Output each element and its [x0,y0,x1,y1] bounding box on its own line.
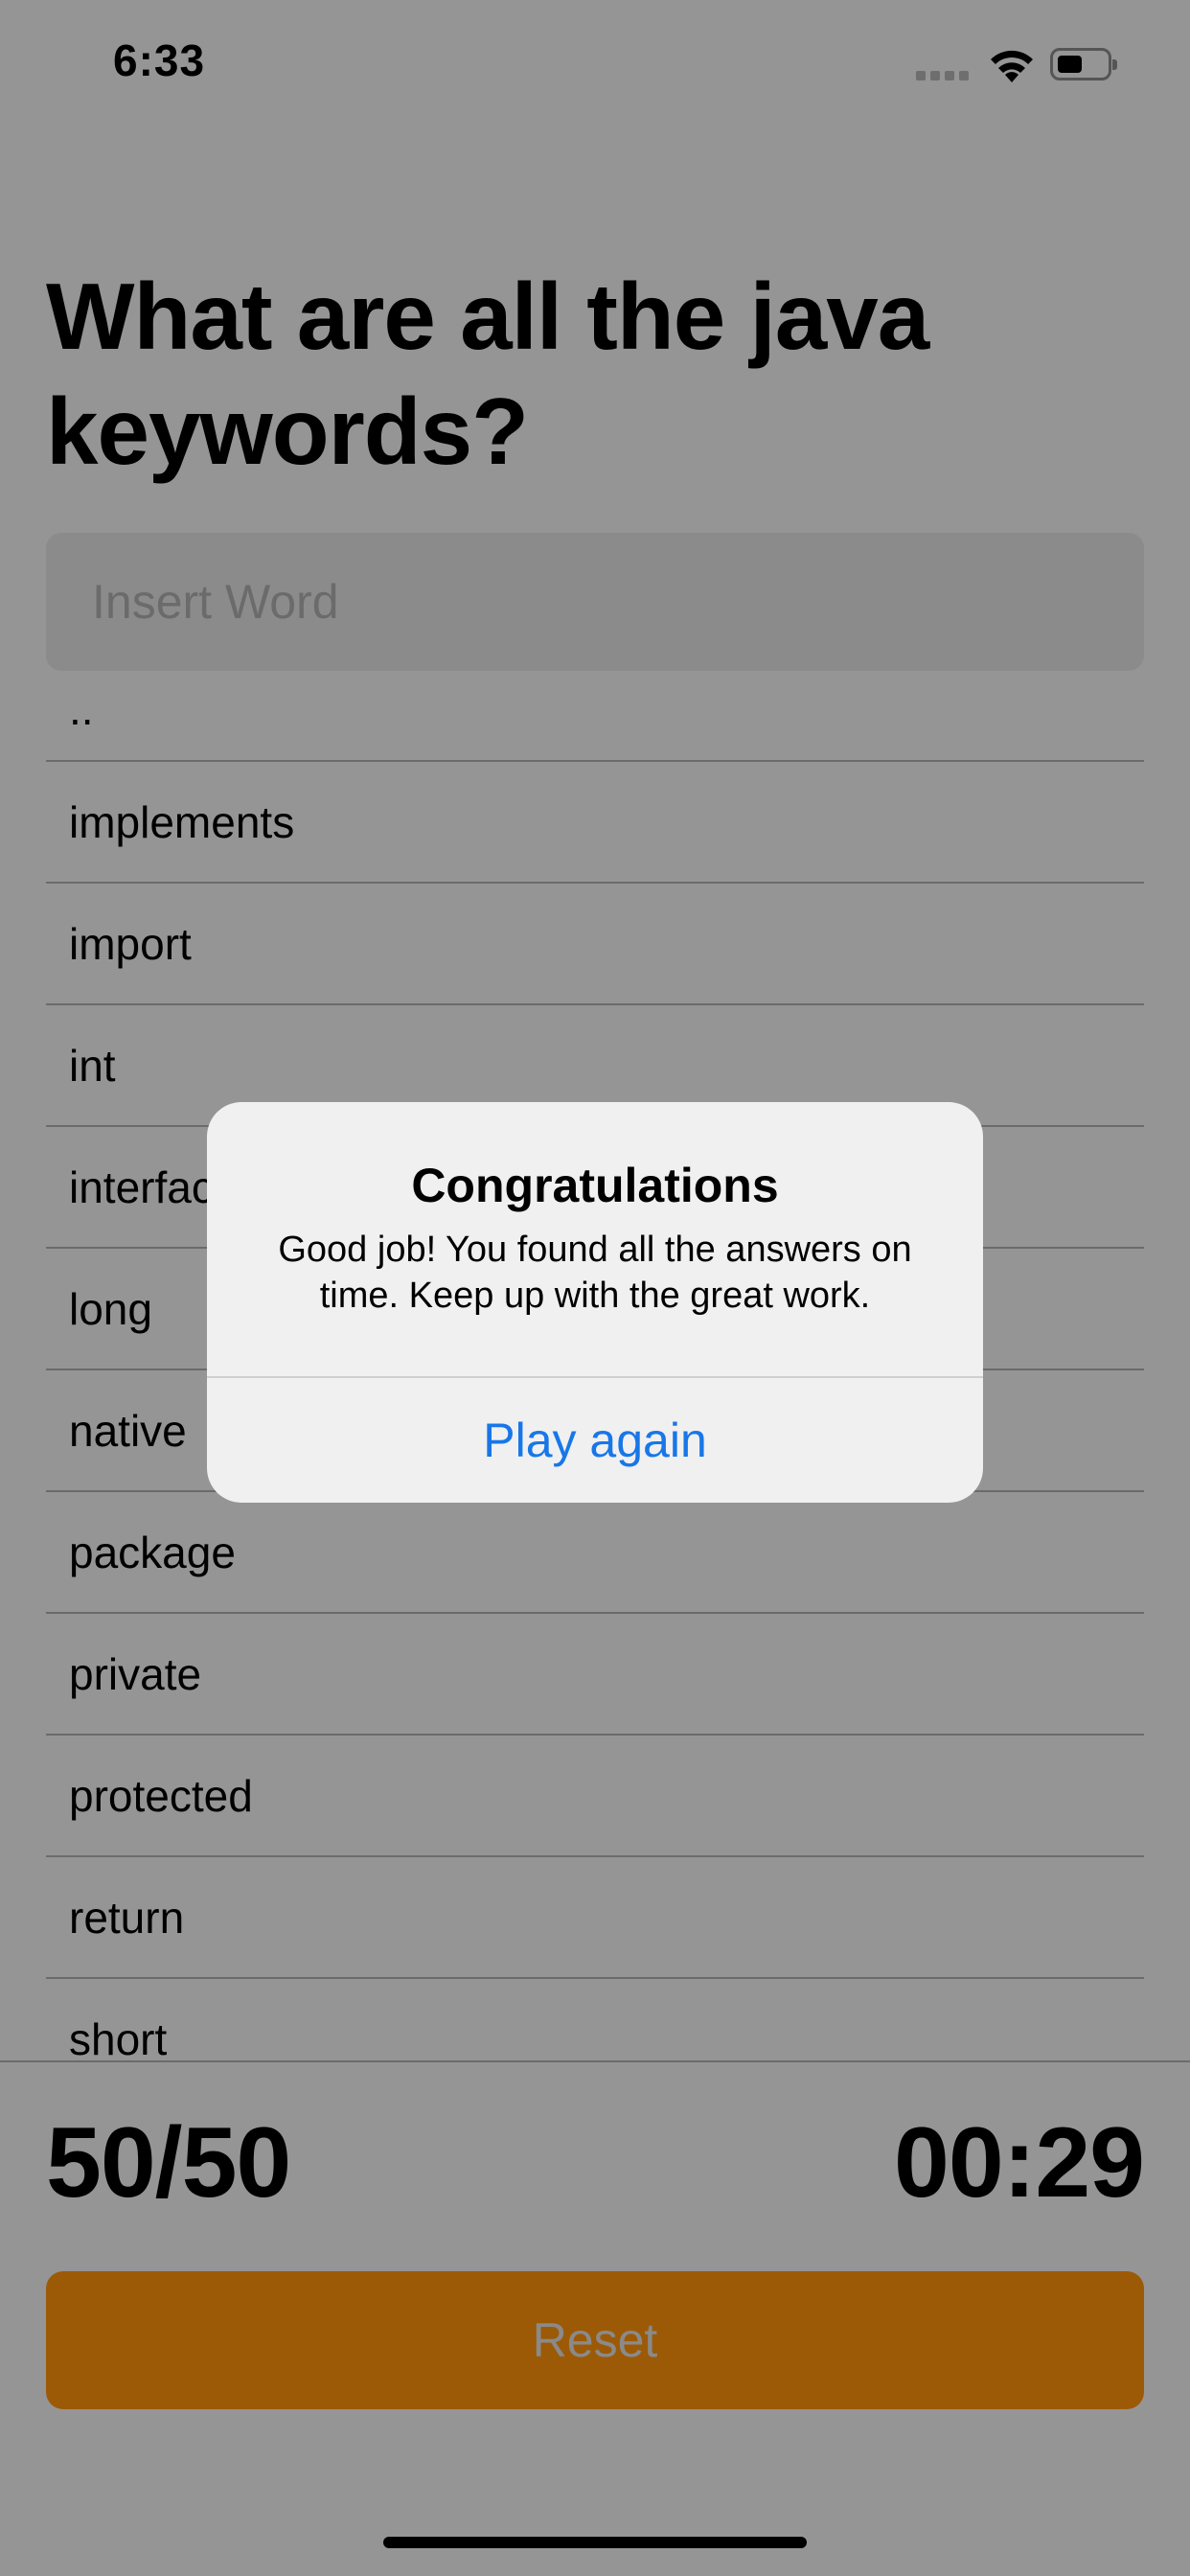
list-item: protected [46,1736,1144,1857]
status-time: 6:33 [113,35,206,85]
home-indicator[interactable] [383,2537,807,2548]
list-item: import [46,884,1144,1005]
alert-title: Congratulations [411,1159,779,1212]
list-item: private [46,1614,1144,1736]
status-bar: 6:33 [0,0,1190,125]
insert-word-input[interactable] [46,533,1144,671]
list-item: implements [46,762,1144,884]
list-item: .. [46,671,1144,762]
list-item: return [46,1857,1144,1979]
cellular-signal-icon [916,71,970,80]
play-again-button[interactable]: Play again [207,1378,983,1503]
reset-button[interactable]: Reset [46,2271,1144,2409]
countdown-timer: 00:29 [894,2107,1145,2219]
score-counter: 50/50 [46,2107,291,2219]
alert-message: Good job! You found all the answers on t… [278,1230,912,1316]
congratulations-alert: Congratulations Good job! You found all … [207,1102,983,1503]
list-item: package [46,1492,1144,1614]
question-title: What are all the java keywords? [46,264,929,484]
list-item: short [46,1979,1144,2060]
battery-icon [1050,48,1117,80]
footer-divider [0,2060,1190,2062]
wifi-icon [991,50,1033,82]
